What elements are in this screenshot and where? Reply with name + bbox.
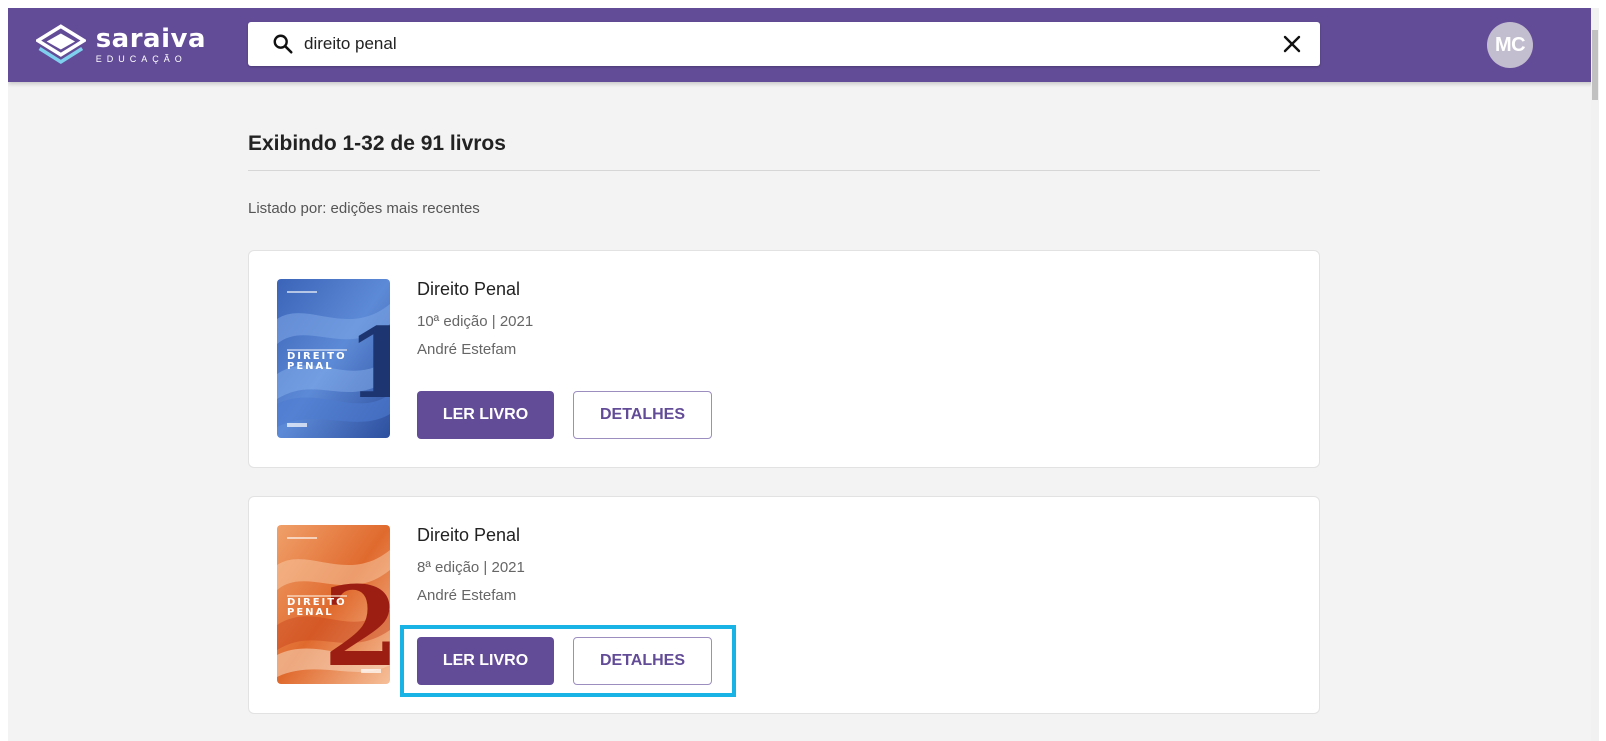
app-window: saraiva EDUCAÇÃO MC Exibindo 1-32 de 91 … (8, 8, 1599, 741)
book-author: André Estefam (417, 341, 517, 358)
details-button[interactable]: DETALHES (573, 637, 712, 685)
brand-name: saraiva (95, 23, 206, 54)
saraiva-logo[interactable]: saraiva EDUCAÇÃO (36, 21, 206, 69)
read-book-button[interactable]: LER LIVRO (417, 391, 554, 439)
brand-subtitle: EDUCAÇÃO (95, 53, 187, 64)
read-book-button[interactable]: LER LIVRO (417, 637, 554, 685)
svg-text:PENAL: PENAL (287, 361, 334, 372)
divider (248, 170, 1320, 171)
svg-text:PENAL: PENAL (287, 607, 334, 618)
book-edition: 8ª edição | 2021 (417, 559, 525, 576)
sort-label: Listado por: edições mais recentes (248, 200, 480, 217)
top-header: saraiva EDUCAÇÃO MC (8, 8, 1599, 82)
book-cover-image: 2 DIREITO PENAL (277, 525, 390, 684)
book-edition: 10ª edição | 2021 (417, 313, 534, 330)
book-card: 2 DIREITO PENAL Direito Penal 8ª edição … (248, 496, 1320, 714)
search-input[interactable] (304, 22, 1264, 66)
book-title[interactable]: Direito Penal (417, 525, 520, 546)
svg-text:1: 1 (347, 307, 390, 420)
details-button[interactable]: DETALHES (573, 391, 712, 439)
search-icon (273, 34, 293, 54)
book-cover-image: 1 DIREITO PENAL (277, 279, 390, 438)
svg-text:2: 2 (323, 562, 390, 684)
user-avatar[interactable]: MC (1487, 22, 1533, 68)
book-card: 1 DIREITO PENAL Direito Penal 10ª edição… (248, 250, 1320, 468)
book-cover[interactable]: 2 DIREITO PENAL (277, 525, 390, 684)
close-icon[interactable] (1282, 34, 1302, 54)
saraiva-logo-icon (36, 24, 86, 64)
book-title[interactable]: Direito Penal (417, 279, 520, 300)
search-bar (248, 22, 1320, 66)
scrollbar[interactable] (1591, 8, 1599, 741)
book-cover[interactable]: 1 DIREITO PENAL (277, 279, 390, 438)
scrollbar-thumb[interactable] (1592, 30, 1598, 100)
book-author: André Estefam (417, 587, 517, 604)
results-summary: Exibindo 1-32 de 91 livros (248, 132, 506, 155)
